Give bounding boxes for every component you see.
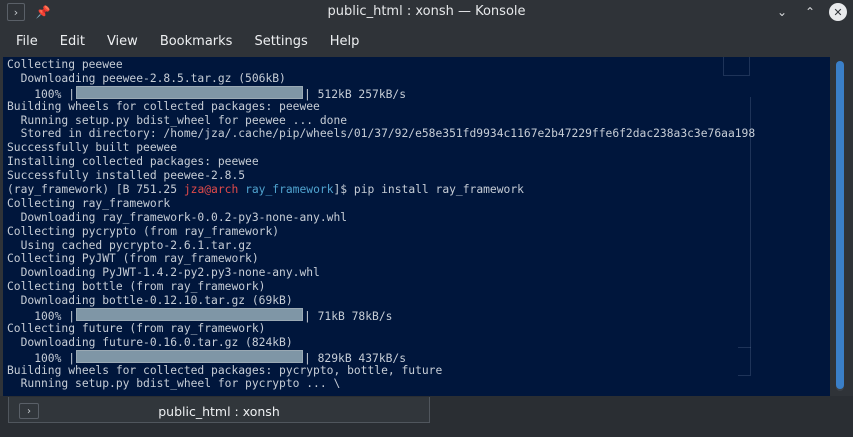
terminal-line: Downloading ray_framework-0.0.2-py3-none… (7, 210, 348, 224)
progress-stats: | 71kB 78kB/s (304, 310, 393, 324)
terminal-output: Collecting peewee Downloading peewee-2.8… (7, 58, 830, 391)
terminal-line: Using cached pycrypto-2.6.1.tar.gz (7, 238, 252, 252)
terminal-line: Downloading PyJWT-1.4.2-py2.py3-none-any… (7, 266, 320, 280)
terminal-line: Downloading future-0.16.0.tar.gz (824kB) (7, 335, 293, 349)
menu-file[interactable]: File (8, 34, 46, 49)
progress-bar (76, 308, 304, 322)
progress-bar (76, 349, 304, 363)
progress-line: 100% | | 829kB 437kB/s (7, 349, 830, 365)
terminal-line: Collecting PyJWT (from ray_framework) (7, 252, 259, 266)
maximize-button[interactable]: ⌃ (801, 3, 819, 21)
terminal-line: Building wheels for collected packages: … (7, 363, 443, 377)
progress-percent: 100% | (7, 351, 76, 365)
progress-percent: 100% | (7, 87, 76, 101)
scroll-thumb[interactable] (836, 61, 844, 389)
menu-bar: File Edit View Bookmarks Settings Help (0, 30, 853, 52)
terminal-line: Collecting pycrypto (from ray_framework) (7, 224, 280, 238)
terminal-line: Installing collected packages: peewee (7, 155, 259, 169)
menu-bookmarks[interactable]: Bookmarks (152, 34, 241, 49)
terminal-line: Successfully installed peewee-2.8.5 (7, 169, 246, 183)
progress-stats: | 512kB 257kB/s (304, 87, 407, 101)
terminal-line: Successfully built peewee (7, 141, 178, 155)
terminal-line: Collecting ray_framework (7, 196, 171, 210)
terminal-line: Collecting future (from ray_framework) (7, 321, 266, 335)
menu-edit[interactable]: Edit (52, 34, 93, 49)
terminal-line: Downloading bottle-0.12.10.tar.gz (69kB) (7, 294, 293, 308)
terminal-line: Running setup.py bdist_wheel for peewee … (7, 113, 348, 127)
tab-label: public_html : xonsh (158, 404, 280, 419)
terminal-line: Collecting peewee (7, 58, 123, 71)
prompt-suffix: ]$ (333, 183, 354, 197)
tab-bar: › public_html : xonsh (0, 396, 853, 437)
terminal-scrollbar[interactable] (831, 57, 850, 396)
prompt-command: pip install ray_framework (353, 183, 524, 197)
title-bar: › 📌 public_html : xonsh — Konsole ⌄ ⌃ ✕ (0, 0, 853, 25)
progress-line: 100% | | 71kB 78kB/s (7, 308, 830, 324)
prompt-user: jza@arch (183, 183, 239, 197)
prompt-dir: ray_framework (245, 183, 334, 197)
menu-view[interactable]: View (99, 34, 146, 49)
terminal-line: Collecting bottle (from ray_framework) (7, 280, 266, 294)
terminal-line: Running setup.py bdist_wheel for pycrypt… (7, 377, 341, 391)
menu-settings[interactable]: Settings (246, 34, 315, 49)
progress-line: 100% | | 512kB 257kB/s (7, 85, 830, 101)
terminal-line: Downloading peewee-2.8.5.tar.gz (506kB) (7, 71, 286, 85)
terminal-view[interactable]: Collecting peewee Downloading peewee-2.8… (3, 57, 830, 396)
terminal-line: Building wheels for collected packages: … (7, 99, 320, 113)
terminal-prompt-line: (ray_framework) [B 751.25 jza@arch ray_f… (7, 183, 830, 197)
progress-stats: | 829kB 437kB/s (304, 351, 407, 365)
progress-bar (76, 85, 304, 99)
tab-public-html[interactable]: › public_html : xonsh (8, 397, 430, 423)
window-title: public_html : xonsh — Konsole (327, 4, 526, 19)
terminal-line: Stored in directory: /home/jza/.cache/pi… (7, 127, 756, 141)
minimize-button[interactable]: ⌄ (773, 3, 791, 21)
prompt-prefix: (ray_framework) [B 751.25 (7, 183, 184, 197)
close-button[interactable]: ✕ (829, 3, 847, 21)
menu-help[interactable]: Help (322, 34, 368, 49)
